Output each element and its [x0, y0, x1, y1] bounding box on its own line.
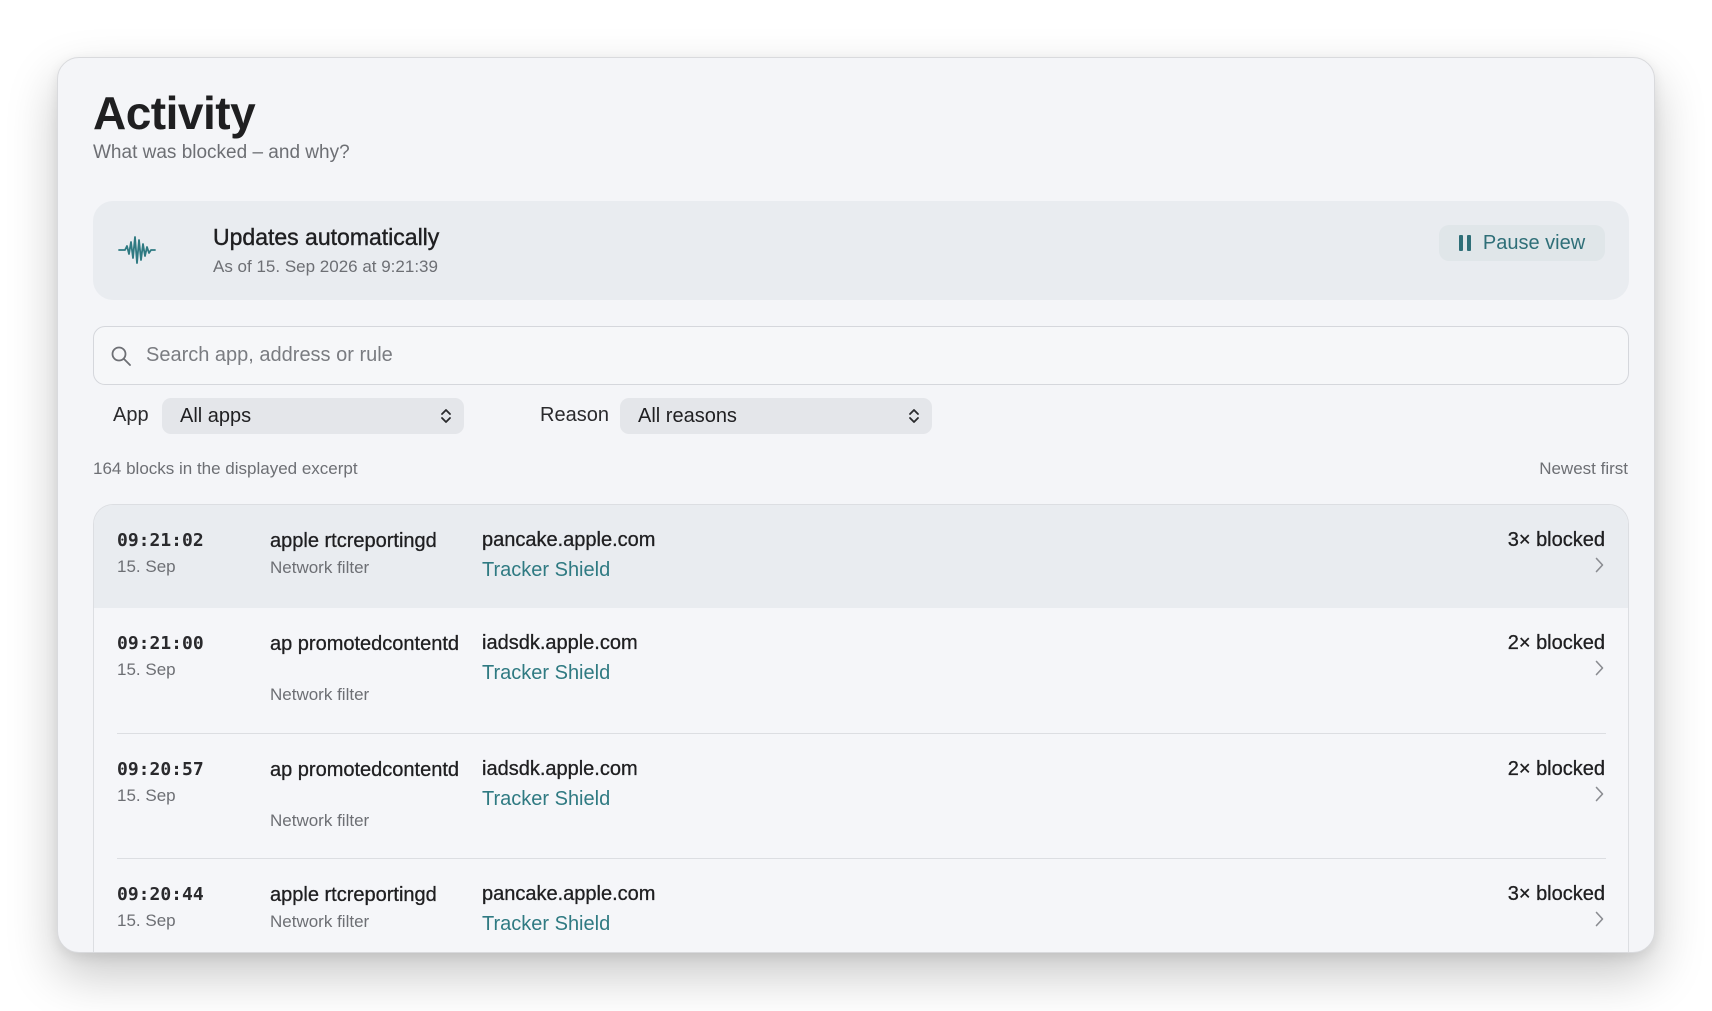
app-filter-value: All apps — [180, 404, 252, 427]
row-rule[interactable]: Tracker Shield — [482, 913, 610, 936]
list-item[interactable]: 09:20:44 15. Sep apple rtcreportingd Net… — [94, 859, 1628, 952]
row-app-name: ap promotedcontentd — [270, 759, 460, 781]
list-item[interactable]: 09:21:02 15. Sep apple rtcreportingd Net… — [94, 505, 1628, 608]
page-subtitle: What was blocked – and why? — [93, 142, 350, 163]
row-rule[interactable]: Tracker Shield — [482, 788, 610, 811]
row-date: 15. Sep — [117, 911, 176, 930]
row-app-name: apple rtcreportingd — [270, 884, 437, 906]
pause-view-label: Pause view — [1482, 231, 1586, 254]
row-source: Network filter — [270, 685, 370, 704]
row-time: 09:21:02 — [117, 530, 204, 551]
status-card: Updates automatically As of 15. Sep 2026… — [93, 201, 1629, 300]
row-block-count: 3× blocked — [1507, 529, 1606, 551]
app-filter-select[interactable]: All apps — [162, 398, 464, 434]
reason-filter-value: All reasons — [638, 404, 737, 427]
row-time: 09:21:00 — [117, 633, 204, 654]
pause-icon — [1458, 235, 1471, 251]
row-date: 15. Sep — [117, 660, 176, 679]
page-title: Activity — [93, 87, 256, 139]
row-host: pancake.apple.com — [482, 883, 656, 905]
chevron-right-icon — [1595, 660, 1604, 676]
search-box — [93, 326, 1629, 385]
search-input[interactable] — [146, 327, 1606, 384]
row-app-name: apple rtcreportingd — [270, 530, 437, 552]
reason-filter-label: Reason — [540, 404, 609, 426]
search-icon — [111, 346, 131, 366]
row-rule[interactable]: Tracker Shield — [482, 662, 610, 685]
chevron-right-icon — [1595, 557, 1604, 573]
waveform-icon — [118, 236, 156, 264]
row-block-count: 3× blocked — [1507, 883, 1606, 905]
row-source: Network filter — [270, 811, 370, 830]
up-down-chevron-icon — [441, 409, 451, 423]
status-title: Updates automatically — [213, 224, 440, 250]
chevron-right-icon — [1595, 911, 1604, 927]
app-filter-label: App — [113, 404, 149, 426]
activity-list: 09:21:02 15. Sep apple rtcreportingd Net… — [93, 504, 1629, 952]
row-block-count: 2× blocked — [1507, 758, 1606, 780]
row-rule[interactable]: Tracker Shield — [482, 559, 610, 582]
row-block-count: 2× blocked — [1507, 632, 1606, 654]
sort-order[interactable]: Newest first — [1539, 459, 1628, 479]
row-host: iadsdk.apple.com — [482, 632, 638, 654]
activity-window: Activity What was blocked – and why? Upd… — [57, 57, 1655, 953]
row-date: 15. Sep — [117, 557, 176, 576]
row-app-name: ap promotedcontentd — [270, 633, 460, 655]
row-source: Network filter — [270, 912, 370, 931]
list-item[interactable]: 09:20:57 15. Sep ap promotedcontentd Net… — [94, 734, 1628, 859]
row-time: 09:20:44 — [117, 884, 204, 905]
row-date: 15. Sep — [117, 786, 176, 805]
row-host: iadsdk.apple.com — [482, 758, 638, 780]
pause-view-button[interactable]: Pause view — [1439, 225, 1605, 261]
block-count: 164 blocks in the displayed excerpt — [93, 459, 358, 478]
up-down-chevron-icon — [909, 409, 919, 423]
chevron-right-icon — [1595, 786, 1604, 802]
reason-filter-select[interactable]: All reasons — [620, 398, 932, 434]
list-item[interactable]: 09:21:00 15. Sep ap promotedcontentd Net… — [94, 608, 1628, 734]
row-time: 09:20:57 — [117, 759, 204, 780]
row-source: Network filter — [270, 558, 370, 577]
row-host: pancake.apple.com — [482, 529, 656, 551]
status-timestamp: As of 15. Sep 2026 at 9:21:39 — [213, 257, 438, 276]
